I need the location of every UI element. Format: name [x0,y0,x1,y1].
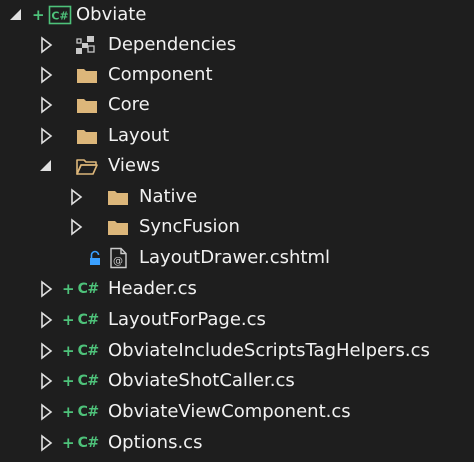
expanded-arrow-icon[interactable] [36,156,56,176]
collapsed-arrow-icon[interactable] [36,433,56,453]
tree-node-native[interactable]: Native [0,182,474,212]
folder-icon [107,216,129,238]
solution-explorer-tree: + C# Obviate Dependencies Component Core… [0,0,474,462]
folder-icon [76,125,98,147]
csharp-file-icon: + C# [62,431,99,455]
collapsed-arrow-icon[interactable] [36,95,56,115]
collapsed-arrow-icon[interactable] [36,126,56,146]
tree-label-native: Native [139,186,198,207]
tree-node-obviateviewcomponent-cs[interactable]: + C# ObviateViewComponent.cs [0,397,474,427]
collapsed-arrow-icon[interactable] [36,279,56,299]
collapsed-arrow-icon[interactable] [66,187,86,207]
collapsed-arrow-icon[interactable] [36,341,56,361]
tree-label-obviateshotcaller-cs: ObviateShotCaller.cs [108,370,295,391]
csharp-file-icon: + C# [62,369,99,393]
tree-label-obviateviewcomponent-cs: ObviateViewComponent.cs [108,401,351,422]
csharp-file-icon: + C# [62,339,99,363]
csharp-project-icon: + C# [32,3,72,27]
tree-node-obviateincludescriptstaghelpers-cs[interactable]: + C# ObviateIncludeScriptsTagHelpers.cs [0,336,474,366]
csharp-file-icon: + C# [62,308,99,332]
collapsed-arrow-icon[interactable] [36,402,56,422]
tree-node-views[interactable]: Views [0,151,474,181]
tree-node-options-cs[interactable]: + C# Options.cs [0,428,474,458]
tree-label-options-cs: Options.cs [108,432,203,453]
svg-text:@: @ [113,256,123,267]
added-plus-icon: + [62,310,75,329]
added-plus-icon: + [32,5,45,24]
tree-label-header-cs: Header.cs [108,278,197,299]
tree-label-dependencies: Dependencies [108,34,237,55]
project-badge: C# [51,10,68,23]
expanded-arrow-icon[interactable] [6,5,26,25]
collapsed-arrow-icon[interactable] [36,310,56,330]
tree-label-views: Views [108,155,161,176]
folder-icon [76,64,98,86]
folder-icon [76,94,98,116]
folder-icon [107,186,129,208]
lock-icon [88,247,102,269]
collapsed-arrow-icon[interactable] [66,217,86,237]
csharp-badge: C# [77,343,100,359]
csharp-file-icon: + C# [62,277,99,301]
tree-node-layoutdrawer[interactable]: @ LayoutDrawer.cshtml [0,243,474,273]
collapsed-arrow-icon[interactable] [36,35,56,55]
tree-node-core[interactable]: Core [0,90,474,120]
tree-label-layout: Layout [108,125,170,146]
tree-label-core: Core [108,94,150,115]
tree-label-layoutforpage-cs: LayoutForPage.cs [108,309,266,330]
csharp-file-icon: + C# [62,400,99,424]
csharp-badge: C# [77,373,100,389]
tree-node-obviateshotcaller-cs[interactable]: + C# ObviateShotCaller.cs [0,366,474,396]
tree-label-component: Component [108,64,213,85]
csharp-badge: C# [77,435,100,451]
tree-label-syncfusion: SyncFusion [139,216,240,237]
folder-open-icon [76,155,98,177]
added-plus-icon: + [62,402,75,421]
added-plus-icon: + [62,279,75,298]
tree-node-layout[interactable]: Layout [0,121,474,151]
collapsed-arrow-icon[interactable] [36,65,56,85]
tree-node-component[interactable]: Component [0,60,474,90]
tree-label-obviate: Obviate [76,4,147,25]
tree-node-header-cs[interactable]: + C# Header.cs [0,274,474,304]
razor-file-icon: @ [107,247,129,269]
dependencies-icon [74,34,96,56]
tree-node-layoutforpage-cs[interactable]: + C# LayoutForPage.cs [0,305,474,335]
tree-node-syncfusion[interactable]: SyncFusion [0,212,474,242]
added-plus-icon: + [62,341,75,360]
added-plus-icon: + [62,433,75,452]
tree-node-dependencies[interactable]: Dependencies [0,30,474,60]
added-plus-icon: + [62,371,75,390]
tree-label-layoutdrawer: LayoutDrawer.cshtml [139,247,331,268]
csharp-badge: C# [77,281,100,297]
tree-label-obviateincludescriptstaghelpers-cs: ObviateIncludeScriptsTagHelpers.cs [108,340,430,361]
collapsed-arrow-icon[interactable] [36,371,56,391]
csharp-badge: C# [77,404,100,420]
tree-node-obviate[interactable]: + C# Obviate [0,0,474,30]
csharp-badge: C# [77,312,100,328]
